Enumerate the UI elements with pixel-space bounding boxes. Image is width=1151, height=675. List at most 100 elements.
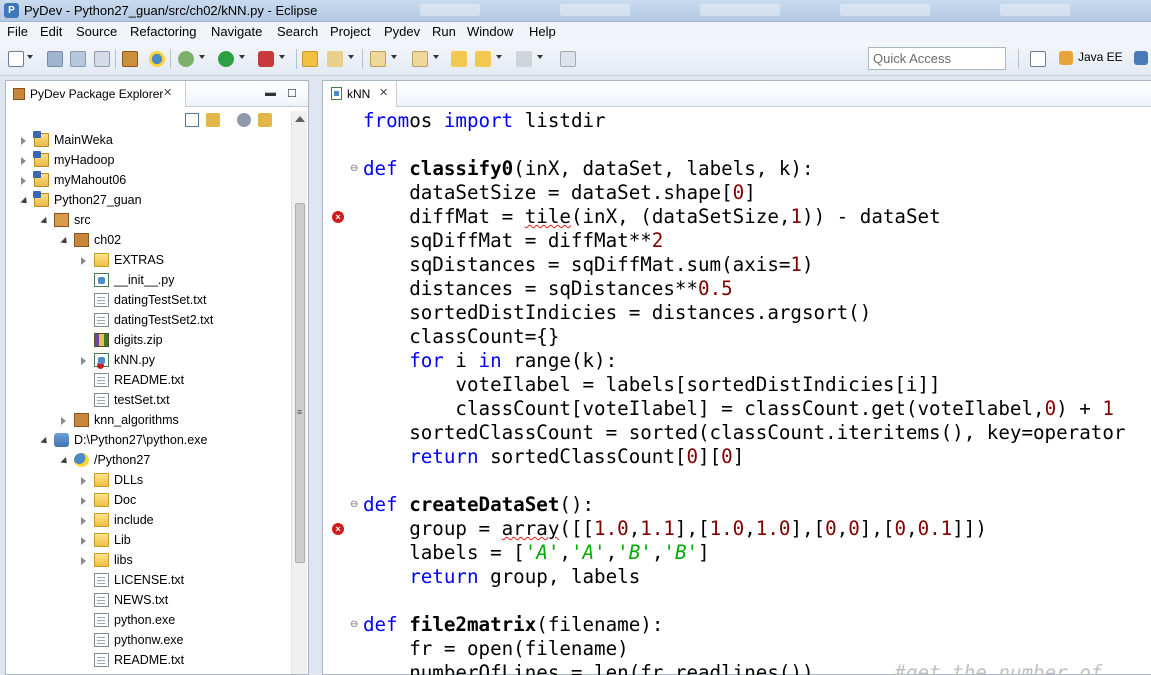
- next-annotation-icon[interactable]: [370, 51, 386, 67]
- tree-item[interactable]: NEWS.txt: [6, 591, 290, 611]
- java-ee-icon[interactable]: [1059, 51, 1073, 65]
- tab-knn[interactable]: kNN ✕: [323, 81, 397, 107]
- collapsed-arrow-icon[interactable]: [81, 537, 86, 545]
- print-icon[interactable]: [94, 51, 110, 67]
- tree-item[interactable]: __init__.py: [6, 271, 290, 291]
- expanded-arrow-icon[interactable]: [40, 216, 50, 227]
- collapsed-arrow-icon[interactable]: [81, 517, 86, 525]
- close-icon[interactable]: ✕: [379, 86, 388, 99]
- expanded-arrow-icon[interactable]: [40, 436, 50, 447]
- tree-item[interactable]: ch02: [6, 231, 290, 251]
- tree-item[interactable]: datingTestSet2.txt: [6, 311, 290, 331]
- maximize-icon[interactable]: ☐: [287, 87, 297, 100]
- tree-item[interactable]: D:\Python27\python.exe: [6, 431, 290, 451]
- scroll-thumb[interactable]: [295, 203, 305, 563]
- pin-editor-icon[interactable]: [560, 51, 576, 67]
- scroll-up-icon[interactable]: [295, 116, 305, 122]
- run-icon[interactable]: [218, 51, 234, 67]
- editor-gutter[interactable]: ⊖ × ⊖ × ⊖: [323, 108, 361, 674]
- menu-window[interactable]: Window: [467, 24, 513, 39]
- focus-icon[interactable]: [258, 113, 272, 127]
- tree-item[interactable]: MainWeka: [6, 131, 290, 151]
- expanded-arrow-icon[interactable]: [60, 456, 70, 467]
- filter-icon[interactable]: [237, 113, 251, 127]
- code-line[interactable]: def createDataSet():: [363, 493, 594, 517]
- tree-item[interactable]: kNN.py: [6, 351, 290, 371]
- menu-project[interactable]: Project: [330, 24, 370, 39]
- debug-dropdown-icon[interactable]: [199, 55, 205, 59]
- tree-item[interactable]: README.txt: [6, 651, 290, 671]
- code-line[interactable]: sqDiffMat = diffMat**2: [363, 229, 663, 253]
- quick-access-input[interactable]: Quick Access: [868, 47, 1006, 70]
- menu-edit[interactable]: Edit: [40, 24, 62, 39]
- error-marker-icon[interactable]: ×: [332, 523, 344, 535]
- open-perspective-icon[interactable]: [1030, 51, 1046, 67]
- tree-item[interactable]: knn_algorithms: [6, 411, 290, 431]
- last-edit-icon[interactable]: [451, 51, 467, 67]
- tree-item[interactable]: DLLs: [6, 471, 290, 491]
- forward-icon[interactable]: [516, 51, 532, 67]
- tree-item[interactable]: README.txt: [6, 371, 290, 391]
- menu-source[interactable]: Source: [76, 24, 117, 39]
- explorer-scrollbar[interactable]: ≡: [291, 111, 307, 674]
- collapsed-arrow-icon[interactable]: [61, 417, 66, 425]
- tree-item[interactable]: pythonw.exe: [6, 631, 290, 651]
- pencil-dropdown-icon[interactable]: [348, 55, 354, 59]
- tree-item[interactable]: Lib: [6, 531, 290, 551]
- code-line[interactable]: fr = open(filename): [363, 637, 629, 661]
- tree-item[interactable]: myHadoop: [6, 151, 290, 171]
- tree-item[interactable]: datingTestSet.txt: [6, 291, 290, 311]
- fold-toggle-icon[interactable]: ⊖: [350, 164, 359, 174]
- code-line[interactable]: group = array([[1.0,1.1],[1.0,1.0],[0,0]…: [363, 517, 987, 541]
- code-line[interactable]: def file2matrix(filename):: [363, 613, 663, 637]
- tree-item[interactable]: digits.zip: [6, 331, 290, 351]
- tree-item[interactable]: LICENSE.txt: [6, 571, 290, 591]
- code-line[interactable]: sortedDistIndicies = distances.argsort(): [363, 301, 871, 325]
- tree-item[interactable]: /Python27: [6, 451, 290, 471]
- prev-annotation-dropdown-icon[interactable]: [433, 55, 439, 59]
- collapsed-arrow-icon[interactable]: [81, 357, 86, 365]
- tree-item[interactable]: libs: [6, 551, 290, 571]
- tree-item[interactable]: testSet.txt: [6, 391, 290, 411]
- code-line[interactable]: distances = sqDistances**0.5: [363, 277, 732, 301]
- forward-dropdown-icon[interactable]: [537, 55, 543, 59]
- menu-refactoring[interactable]: Refactoring: [130, 24, 196, 39]
- code-line[interactable]: return group, labels: [363, 565, 640, 589]
- menu-pydev[interactable]: Pydev: [384, 24, 420, 39]
- code-line[interactable]: dataSetSize = dataSet.shape[0]: [363, 181, 756, 205]
- code-line[interactable]: classCount={}: [363, 325, 559, 349]
- back-icon[interactable]: [475, 51, 491, 67]
- collapsed-arrow-icon[interactable]: [81, 257, 86, 265]
- back-dropdown-icon[interactable]: [496, 55, 502, 59]
- link-with-editor-icon[interactable]: [206, 113, 220, 127]
- code-line[interactable]: sqDistances = sqDiffMat.sum(axis=1): [363, 253, 813, 277]
- menu-navigate[interactable]: Navigate: [211, 24, 262, 39]
- code-line[interactable]: voteIlabel = labels[sortedDistIndicies[i…: [363, 373, 940, 397]
- code-line[interactable]: def classify0(inX, dataSet, labels, k):: [363, 157, 814, 181]
- tree-item[interactable]: myMahout06: [6, 171, 290, 191]
- external-tools-dropdown-icon[interactable]: [279, 55, 285, 59]
- fold-toggle-icon[interactable]: ⊖: [350, 620, 359, 630]
- code-line[interactable]: classCount[voteIlabel] = classCount.get(…: [363, 397, 1114, 421]
- perspective-java-ee[interactable]: Java EE: [1078, 50, 1123, 64]
- run-dropdown-icon[interactable]: [239, 55, 245, 59]
- code-line[interactable]: for i in range(k):: [363, 349, 617, 373]
- collapsed-arrow-icon[interactable]: [21, 157, 26, 165]
- new-icon[interactable]: [8, 51, 24, 67]
- prev-annotation-icon[interactable]: [412, 51, 428, 67]
- external-tools-icon[interactable]: [258, 51, 274, 67]
- tree-item[interactable]: EXTRAS: [6, 251, 290, 271]
- open-folder-icon[interactable]: [302, 51, 318, 67]
- collapsed-arrow-icon[interactable]: [81, 497, 86, 505]
- close-icon[interactable]: ✕: [163, 86, 172, 99]
- menu-search[interactable]: Search: [277, 24, 318, 39]
- new-package-icon[interactable]: [122, 51, 138, 67]
- code-line[interactable]: fromos import listdir: [363, 109, 606, 133]
- fold-toggle-icon[interactable]: ⊖: [350, 500, 359, 510]
- collapsed-arrow-icon[interactable]: [81, 477, 86, 485]
- code-line[interactable]: diffMat = tile(inX, (dataSetSize,1)) - d…: [363, 205, 940, 229]
- expanded-arrow-icon[interactable]: [60, 236, 70, 247]
- java-perspective-icon[interactable]: [1134, 51, 1148, 65]
- next-annotation-dropdown-icon[interactable]: [391, 55, 397, 59]
- code-area[interactable]: fromos import listdir def classify0(inX, …: [363, 109, 1151, 675]
